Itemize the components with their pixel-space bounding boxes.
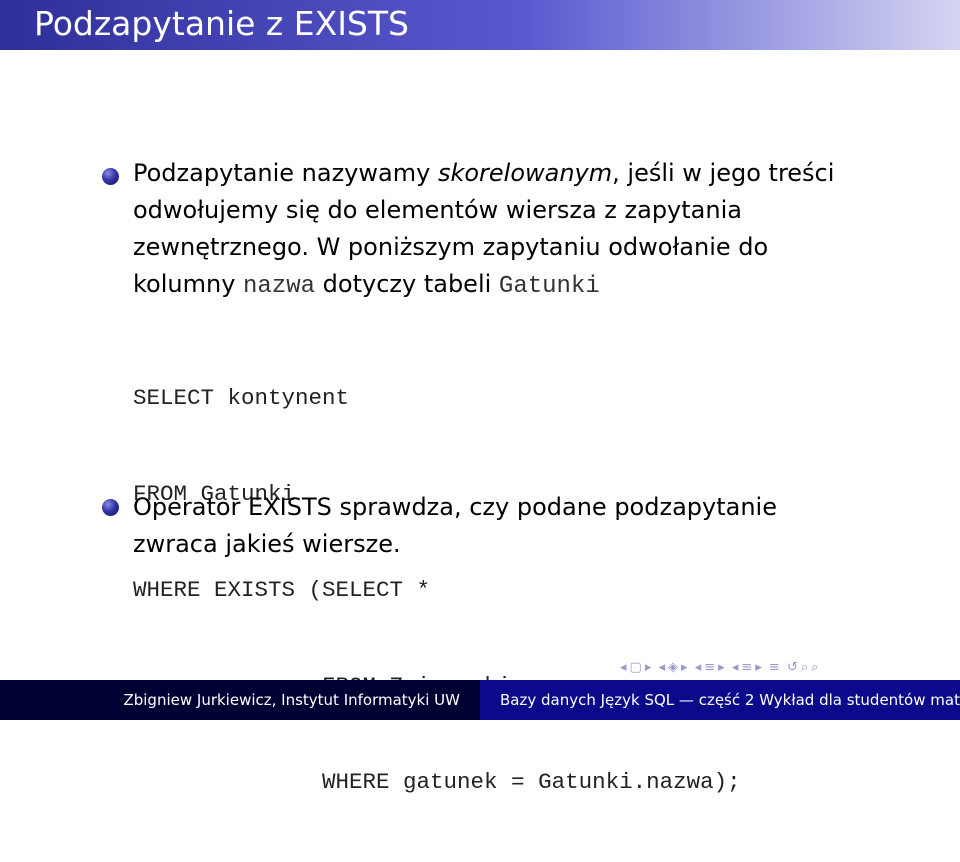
nav-next-icon[interactable]: ▸	[681, 660, 688, 675]
nav-prev-icon[interactable]: ◂	[732, 660, 739, 675]
nav-document-icon[interactable]: ≡	[741, 660, 752, 675]
slide-content: Podzapytanie nazywamy skorelowanym, jeśl…	[0, 0, 960, 795]
nav-next-icon[interactable]: ▸	[645, 660, 652, 675]
nav-back-icon[interactable]: ↺	[787, 660, 798, 675]
nav-prev-icon[interactable]: ◂	[620, 660, 627, 675]
search-icon[interactable]: ⌕	[811, 660, 818, 675]
sql-code-block: SELECT kontynent FROM Gatunki WHERE EXIS…	[133, 318, 741, 862]
footer-course: Bazy danych Język SQL — część 2 Wykład d…	[480, 680, 960, 720]
paragraph-line: Operator EXISTS sprawdza, czy podane pod…	[133, 493, 777, 521]
inline-code-column: nazwa	[243, 273, 316, 300]
paragraph-line: kolumny nazwa dotyczy tabeli Gatunki	[133, 270, 600, 300]
footer: Zbigniew Jurkiewicz, Instytut Informatyk…	[0, 680, 960, 720]
nav-frame-icon[interactable]: ▢	[630, 660, 642, 675]
emphasis-term: skorelowanym	[437, 159, 613, 187]
search-icon[interactable]: ⌕	[801, 660, 808, 675]
nav-subsection-icon[interactable]: ◈	[668, 660, 678, 675]
bullet-icon	[102, 499, 119, 516]
nav-section-icon[interactable]: ≡	[704, 660, 715, 675]
bullet-paragraph-2: Operator EXISTS sprawdza, czy podane pod…	[133, 489, 933, 563]
nav-prev-icon[interactable]: ◂	[659, 660, 666, 675]
footer-author: Zbigniew Jurkiewicz, Instytut Informatyk…	[0, 680, 480, 720]
code-line: SELECT kontynent	[133, 385, 350, 411]
paragraph-line: odwołujemy się do elementów wiersza z za…	[133, 196, 742, 224]
code-line: WHERE EXISTS (SELECT *	[133, 577, 431, 603]
beamer-navigation: ◂ ▢ ▸ ◂ ◈ ▸ ◂ ≡ ▸ ◂ ≡ ▸ ≡ ↺ ⌕ ⌕	[620, 660, 955, 680]
nav-toc-icon[interactable]: ≡	[769, 660, 780, 675]
bullet-paragraph-1: Podzapytanie nazywamy skorelowanym, jeśl…	[133, 155, 933, 303]
inline-code-table: Gatunki	[498, 273, 600, 300]
nav-next-icon[interactable]: ▸	[755, 660, 762, 675]
paragraph-line: zewnętrznego. W poniższym zapytaniu odwo…	[133, 233, 769, 261]
paragraph-line: zwraca jakieś wiersze.	[133, 530, 401, 558]
code-line: WHERE gatunek = Gatunki.nazwa);	[133, 769, 741, 795]
paragraph-line: Podzapytanie nazywamy skorelowanym, jeśl…	[133, 159, 835, 187]
nav-prev-icon[interactable]: ◂	[695, 660, 702, 675]
bullet-icon	[102, 168, 119, 185]
nav-next-icon[interactable]: ▸	[718, 660, 725, 675]
